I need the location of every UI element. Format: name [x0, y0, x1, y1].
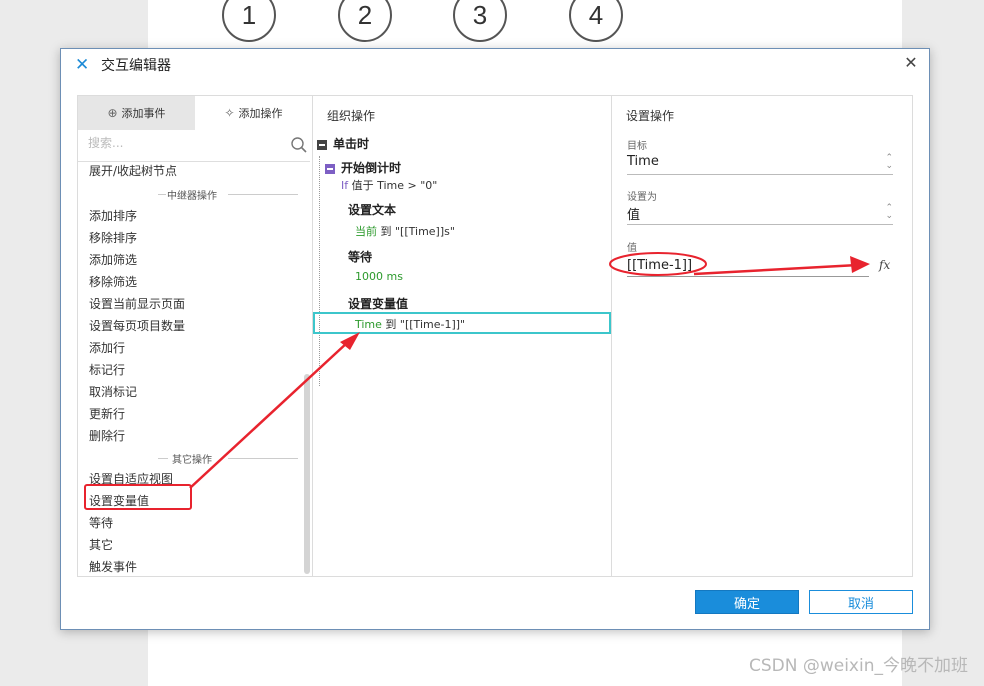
step-number: 2	[357, 0, 373, 30]
list-item[interactable]: 添加排序	[89, 207, 137, 224]
set-as-value: 值	[627, 208, 641, 223]
dialog-title: 交互编辑器	[101, 58, 171, 74]
action-detail: 当前 到 "[[Time]]s"	[355, 223, 455, 239]
divider	[228, 458, 298, 459]
configure-action-panel: 设置操作 目标 Time ⌃ ⌄ 设置为 值 ⌃ ⌄ 值 [[Time-1]] fx	[611, 95, 913, 577]
group-header-relay: 中继器操作	[78, 187, 306, 202]
tab-add-event[interactable]: ⊕ 添加事件	[78, 96, 195, 130]
ok-button[interactable]: 确定	[695, 590, 799, 614]
event-label: 单击时	[333, 137, 370, 151]
tree-guide-line	[319, 156, 320, 386]
list-item[interactable]: 删除行	[89, 427, 125, 444]
detail-text: 到 "[[Time-1]]"	[381, 318, 466, 331]
watermark: CSDN @weixin_今晚不加班	[748, 656, 968, 676]
list-item[interactable]: 更新行	[89, 405, 125, 422]
panel-title: 组织操作	[327, 109, 376, 123]
case-label: 开始倒计时	[341, 161, 402, 175]
detail-target: 1000 ms	[355, 270, 403, 283]
target-select[interactable]: Time ⌃ ⌄	[627, 154, 893, 175]
add-event-icon: ⊕	[107, 106, 118, 120]
condition-row: If 值于 Time > "0"	[341, 177, 437, 193]
tab-label: 添加事件	[121, 107, 166, 120]
close-icon[interactable]: ✕	[901, 53, 921, 73]
step-number: 4	[588, 0, 604, 30]
action-detail: Time 到 "[[Time-1]]"	[355, 316, 465, 332]
list-item[interactable]: 设置当前显示页面	[89, 295, 185, 312]
detail-target: 当前	[355, 225, 377, 238]
collapse-icon[interactable]	[317, 139, 327, 150]
list-item[interactable]: 移除筛选	[89, 273, 137, 290]
panel-title: 设置操作	[626, 109, 675, 123]
step-number: 3	[472, 0, 488, 30]
spinner-icon[interactable]: ⌃ ⌄	[885, 154, 893, 171]
action-set-variable[interactable]: 设置变量值	[348, 295, 408, 312]
dialog-titlebar[interactable]: ✕ 交互编辑器 ✕	[61, 49, 929, 79]
axure-logo-icon: ✕	[75, 55, 90, 75]
action-list: 展开/收起树节点 中继器操作 添加排序 移除排序 添加筛选 移除筛选 设置当前显…	[78, 162, 306, 574]
value-label: 值	[627, 243, 637, 254]
target-value: Time	[627, 154, 659, 169]
tree-case-row[interactable]: 开始倒计时	[325, 159, 401, 176]
list-item[interactable]: 展开/收起树节点	[89, 162, 177, 179]
action-set-text[interactable]: 设置文本	[348, 201, 396, 218]
tab-add-action[interactable]: ✧ 添加操作	[195, 96, 312, 130]
group-label: 中继器操作	[167, 191, 217, 202]
cancel-button[interactable]: 取消	[809, 590, 913, 614]
set-as-select[interactable]: 值 ⌃ ⌄	[627, 204, 893, 225]
list-item[interactable]: 添加筛选	[89, 251, 137, 268]
actions-library-panel: ⊕ 添加事件 ✧ 添加操作 展开/收起树节点 中继器操作 添加排序 移除排序 添…	[77, 95, 313, 577]
divider	[158, 458, 168, 459]
divider	[228, 194, 298, 195]
collapse-icon[interactable]	[325, 163, 335, 174]
group-header-other: 其它操作	[78, 451, 306, 466]
step-number: 1	[241, 0, 257, 30]
add-action-icon: ✧	[224, 106, 235, 120]
condition-text: 值于 Time > "0"	[351, 179, 438, 192]
action-wait[interactable]: 等待	[348, 248, 372, 265]
search-icon[interactable]	[290, 136, 308, 154]
search-input[interactable]	[88, 136, 278, 150]
search-box	[88, 136, 308, 158]
target-label: 目标	[627, 141, 647, 152]
detail-target: Time	[355, 318, 382, 331]
organize-actions-panel: 组织操作 单击时 开始倒计时 If 值于 Time > "0" 设置文本 当前 …	[312, 95, 612, 577]
list-item[interactable]: 其它	[89, 536, 113, 553]
interaction-editor-dialog: ✕ 交互编辑器 ✕ ⊕ 添加事件 ✧ 添加操作 展开/收起树节点 中继器操作 添…	[60, 48, 930, 630]
tree-event-row[interactable]: 单击时	[317, 135, 369, 152]
list-item[interactable]: 等待	[89, 514, 113, 531]
highlight-box-set-variable	[84, 484, 192, 510]
set-as-label: 设置为	[627, 192, 657, 203]
list-item[interactable]: 触发事件	[89, 558, 137, 574]
list-item[interactable]: 添加行	[89, 339, 125, 356]
list-item[interactable]: 移除排序	[89, 229, 137, 246]
tab-label: 添加操作	[238, 107, 283, 120]
value-input[interactable]: [[Time-1]]	[627, 258, 869, 277]
divider	[158, 194, 166, 195]
spinner-icon[interactable]: ⌃ ⌄	[885, 204, 893, 221]
list-item[interactable]: 设置每页项目数量	[89, 317, 185, 334]
list-item[interactable]: 标记行	[89, 361, 125, 378]
action-name: 设置文本	[348, 203, 397, 217]
action-name: 设置变量值	[348, 297, 409, 311]
action-detail: 1000 ms	[355, 270, 403, 283]
action-name: 等待	[348, 250, 373, 264]
condition-prefix: If	[341, 179, 349, 192]
scrollbar[interactable]	[304, 374, 310, 574]
list-item[interactable]: 取消标记	[89, 383, 137, 400]
detail-text: 到 "[[Time]]s"	[377, 225, 455, 238]
group-label: 其它操作	[172, 455, 212, 466]
fx-icon[interactable]: fx	[879, 258, 895, 274]
